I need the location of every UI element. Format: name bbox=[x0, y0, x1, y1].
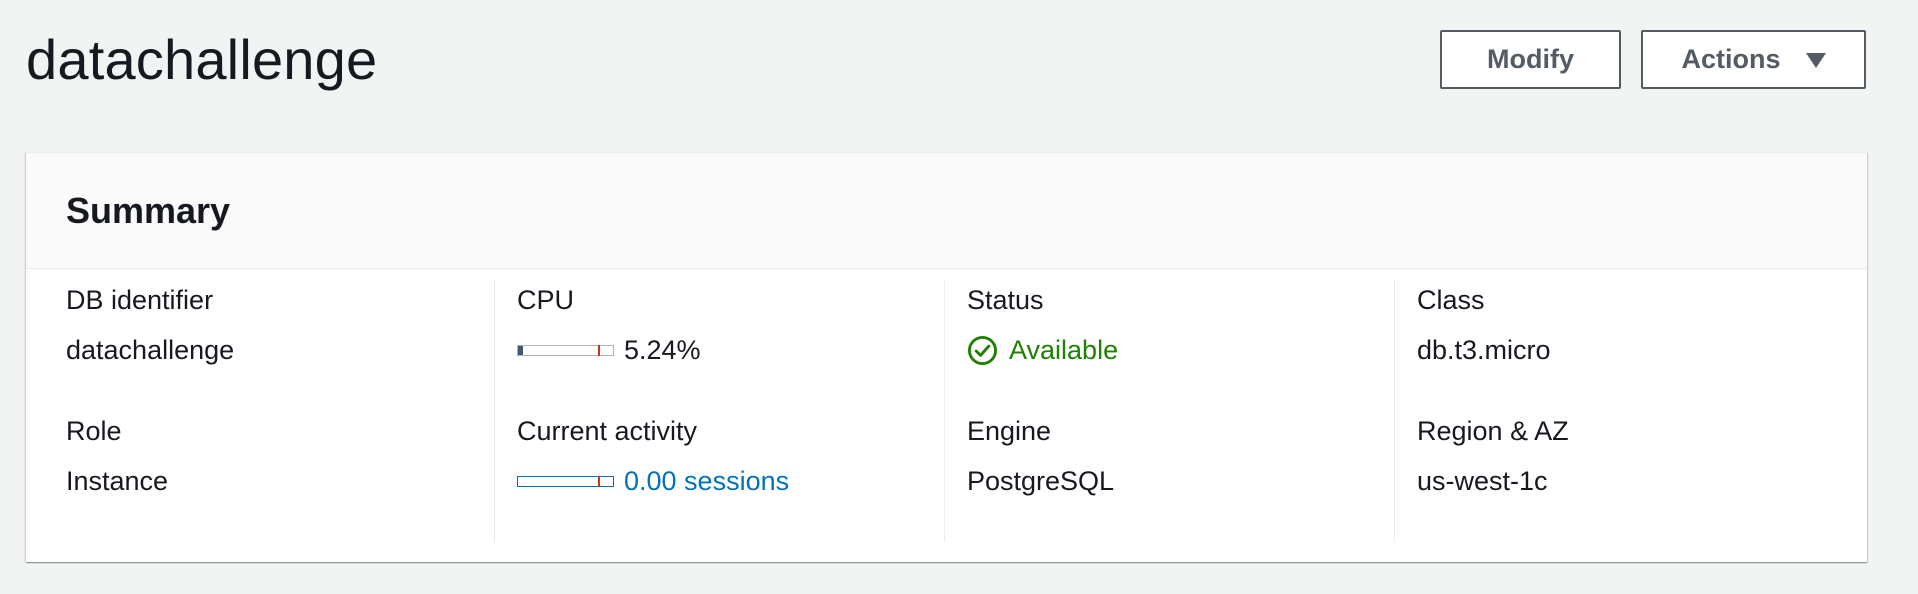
summary-column-class: Class db.t3.micro Region & AZ us-west-1c bbox=[1394, 280, 1867, 542]
modify-button-label: Modify bbox=[1487, 44, 1574, 74]
summary-column-status: Status Available Engine PostgreSQL bbox=[944, 280, 1394, 542]
activity-meter bbox=[517, 475, 614, 487]
status-field: Status Available bbox=[967, 280, 1118, 370]
current-activity-value-row: 0.00 sessions bbox=[517, 461, 789, 501]
cpu-value: 5.24% bbox=[624, 335, 701, 365]
cpu-meter bbox=[517, 344, 614, 356]
check-circle-icon bbox=[967, 335, 998, 365]
region-az-label: Region & AZ bbox=[1417, 416, 1569, 446]
cpu-label: CPU bbox=[517, 285, 575, 315]
class-label: Class bbox=[1417, 285, 1485, 315]
db-identifier-value: datachallenge bbox=[66, 335, 235, 365]
summary-columns: DB identifier datachallenge Role Instanc… bbox=[26, 280, 1867, 542]
region-az-field: Region & AZ us-west-1c bbox=[1417, 411, 1569, 501]
cpu-meter-threshold bbox=[598, 344, 600, 356]
role-value: Instance bbox=[66, 466, 169, 496]
role-field: Role Instance bbox=[66, 411, 168, 501]
class-value: db.t3.micro bbox=[1417, 335, 1551, 365]
cpu-field: CPU 5.24% bbox=[517, 280, 701, 370]
actions-dropdown-button[interactable]: Actions bbox=[1641, 30, 1866, 89]
db-identifier-label: DB identifier bbox=[66, 285, 214, 315]
current-activity-label: Current activity bbox=[517, 416, 698, 446]
current-activity-link[interactable]: 0.00 sessions bbox=[624, 461, 789, 501]
modify-button[interactable]: Modify bbox=[1440, 30, 1621, 89]
summary-panel-header: Summary bbox=[26, 153, 1867, 269]
cpu-meter-fill bbox=[518, 345, 523, 355]
db-identifier-field: DB identifier datachallenge bbox=[66, 280, 234, 370]
status-value-row: Available bbox=[967, 330, 1118, 370]
engine-label: Engine bbox=[967, 416, 1052, 446]
class-field: Class db.t3.micro bbox=[1417, 280, 1551, 370]
status-value: Available bbox=[1009, 335, 1119, 365]
engine-field: Engine PostgreSQL bbox=[967, 411, 1114, 501]
caret-down-icon bbox=[1805, 53, 1826, 68]
cpu-value-row: 5.24% bbox=[517, 330, 701, 370]
region-az-value: us-west-1c bbox=[1417, 466, 1548, 496]
summary-column-metrics: CPU 5.24% Current activity 0.00 sessions bbox=[494, 280, 944, 542]
summary-title: Summary bbox=[66, 190, 231, 231]
engine-value: PostgreSQL bbox=[967, 466, 1115, 496]
status-label: Status bbox=[967, 285, 1044, 315]
activity-meter-threshold bbox=[598, 475, 600, 487]
summary-column-identity: DB identifier datachallenge Role Instanc… bbox=[26, 280, 494, 542]
summary-panel: Summary DB identifier datachallenge Role… bbox=[26, 152, 1867, 562]
page-title: datachallenge bbox=[26, 28, 378, 91]
current-activity-field: Current activity 0.00 sessions bbox=[517, 411, 789, 501]
actions-button-label: Actions bbox=[1681, 44, 1781, 74]
role-label: Role bbox=[66, 416, 122, 446]
